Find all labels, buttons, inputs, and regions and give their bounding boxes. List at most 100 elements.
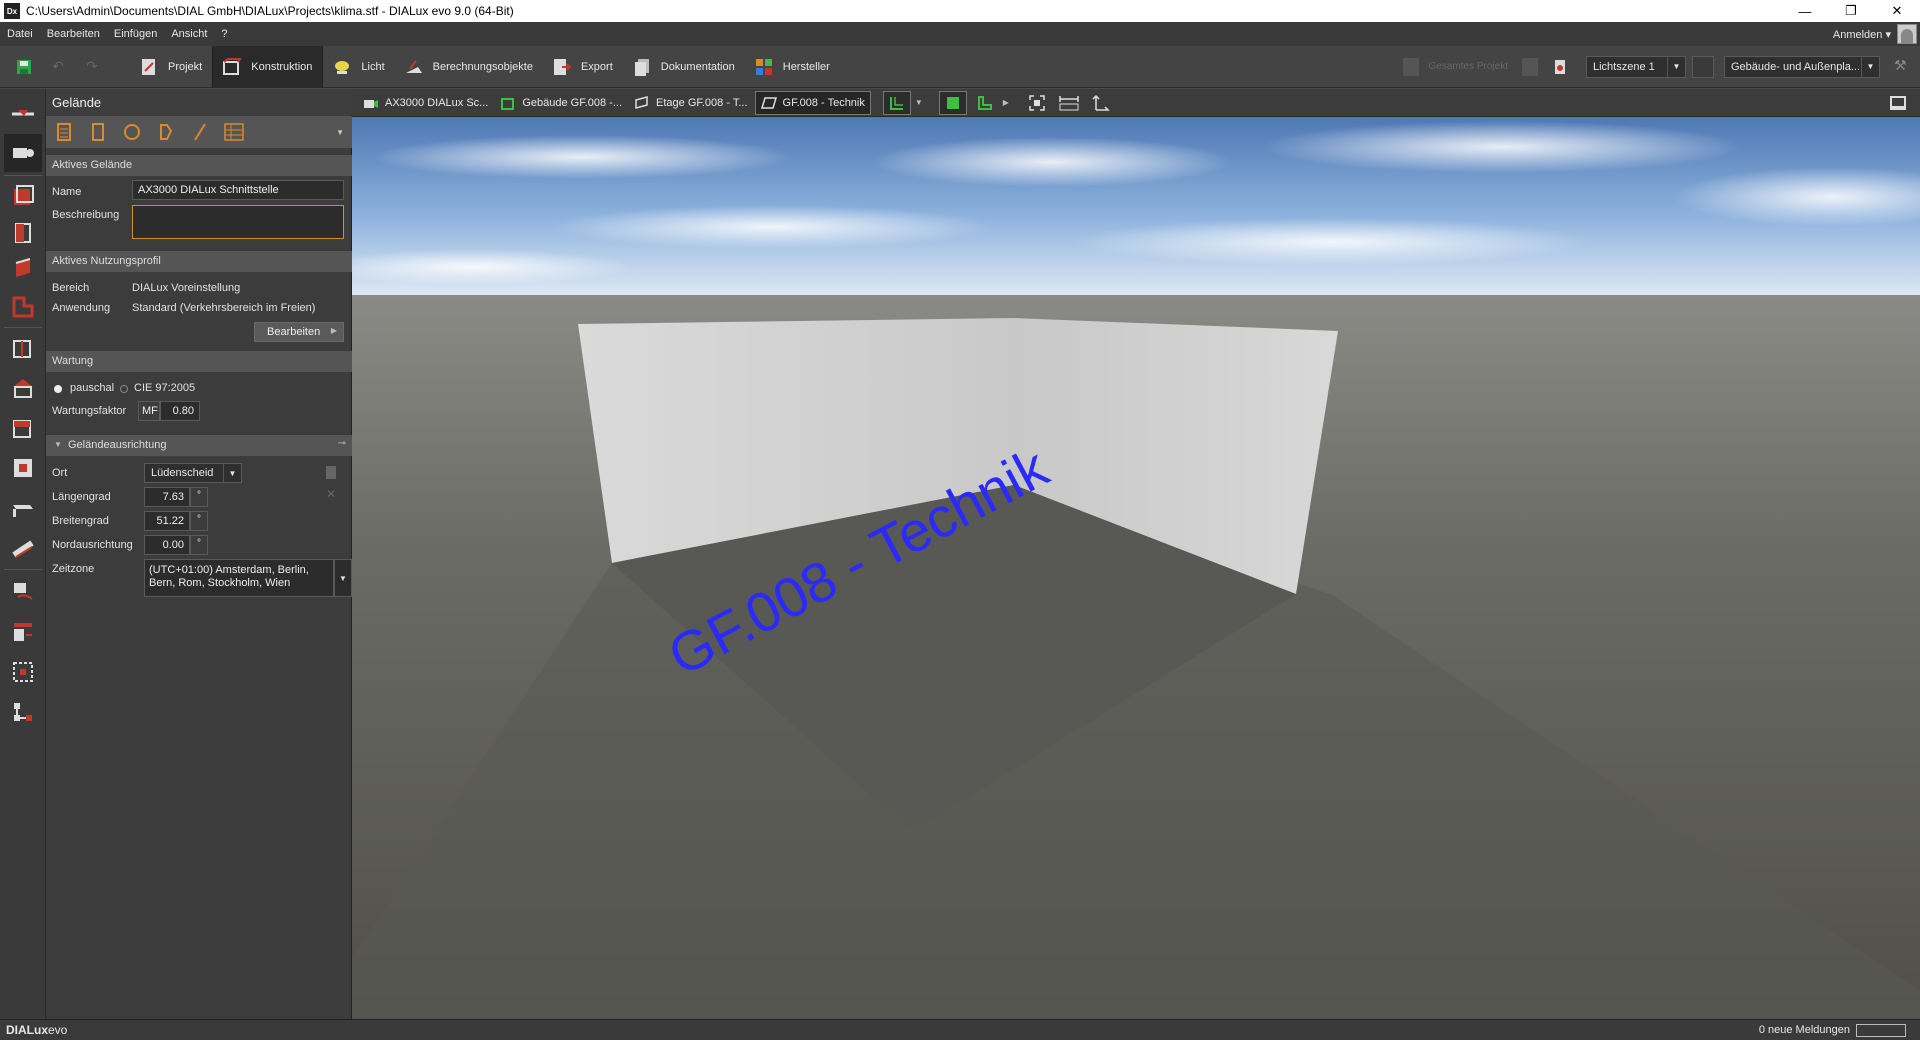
view-tab-storey[interactable]: Etage GF.008 - T... [629, 91, 753, 115]
tab-licht[interactable]: Licht [323, 46, 394, 88]
north-orientation-field[interactable]: 0.00 [144, 535, 190, 555]
view-tab-building[interactable]: Gebäude GF.008 -... [495, 91, 627, 115]
delete-results-icon[interactable] [1552, 58, 1568, 76]
text-annotation-icon[interactable] [4, 573, 42, 611]
rectangle-icon[interactable] [88, 121, 108, 143]
chevron-down-icon[interactable]: ▼ [334, 559, 352, 597]
view-tab-room[interactable]: GF.008 - Technik [754, 90, 871, 115]
site-tool-icon[interactable] [4, 93, 42, 131]
chevron-right-icon[interactable]: ▶ [1003, 98, 1009, 107]
minimize-button[interactable]: — [1782, 0, 1828, 22]
name-label: Name [52, 186, 82, 198]
redo-icon[interactable]: ↷ [82, 57, 102, 77]
room-cube-icon[interactable] [4, 329, 42, 367]
select-area-icon[interactable] [4, 653, 42, 691]
menu-datei[interactable]: Datei [0, 28, 40, 40]
menu-help[interactable]: ? [214, 28, 234, 40]
cancel-calc-icon[interactable] [1522, 57, 1538, 76]
pin-icon[interactable]: ⊸ [338, 438, 346, 449]
tab-export[interactable]: Export [543, 46, 623, 88]
view-mode-select[interactable]: Gebäude- und Außenpla... ▼ [1724, 55, 1880, 78]
grid-icon[interactable] [224, 121, 244, 143]
insert-element-icon[interactable] [4, 613, 42, 651]
calc-project-button[interactable]: Gesamtes Projekt [1402, 57, 1508, 76]
close-button[interactable]: ✕ [1874, 0, 1920, 22]
document-icon[interactable] [326, 466, 336, 479]
undo-icon[interactable]: ↶ [48, 57, 68, 77]
circle-icon[interactable] [122, 121, 142, 143]
section-active-site: Aktives Gelände [46, 155, 352, 176]
maintenance-factor-label: Wartungsfaktor [52, 405, 127, 417]
chevron-down-icon[interactable]: ▼ [336, 128, 344, 137]
longitude-field[interactable]: 7.63 [144, 487, 190, 507]
floor-icon[interactable] [4, 251, 42, 289]
messages-indicator[interactable] [1856, 1023, 1906, 1037]
place-label: Ort [52, 467, 68, 479]
tools-icon[interactable]: ⚒ [1894, 57, 1914, 77]
name-field[interactable]: AX3000 DIALux Schnittstelle [132, 180, 344, 200]
cube-green-icon [946, 96, 959, 109]
restore-button[interactable]: ❐ [1828, 0, 1874, 22]
hierarchy-icon[interactable] [4, 693, 42, 731]
line-icon[interactable] [190, 121, 210, 143]
tab-projekt[interactable]: Projekt [130, 46, 212, 88]
tab-konstruktion[interactable]: Konstruktion [212, 45, 324, 88]
logo-rest: evo [48, 1023, 68, 1037]
tab-hersteller[interactable]: Hersteller [745, 46, 840, 88]
menu-bearbeiten[interactable]: Bearbeiten [40, 28, 107, 40]
description-field[interactable] [132, 205, 344, 239]
latitude-field[interactable]: 51.22 [144, 511, 190, 531]
slab-icon[interactable] [4, 489, 42, 527]
dimension-button[interactable] [1087, 91, 1115, 115]
box-icon[interactable] [4, 409, 42, 447]
save-icon[interactable] [14, 57, 34, 77]
display-icon[interactable] [1890, 95, 1906, 110]
menu-einfuegen[interactable]: Einfügen [107, 28, 164, 40]
measure-button[interactable] [1055, 91, 1083, 115]
lightscene-settings-icon[interactable] [1692, 55, 1714, 78]
radio-pauschal[interactable] [54, 385, 62, 393]
selection-mode-button[interactable] [971, 91, 999, 115]
roof-icon[interactable] [4, 369, 42, 407]
application-label: Anwendung [52, 302, 111, 314]
tab-dokumentation[interactable]: Dokumentation [623, 46, 745, 88]
view-tabs-bar: AX3000 DIALux Sc... Gebäude GF.008 -... … [352, 89, 1920, 117]
view-tab-site[interactable]: AX3000 DIALux Sc... [358, 91, 493, 115]
view-tab-storey-label: Etage GF.008 - T... [656, 96, 748, 109]
zoom-extents-button[interactable] [1023, 91, 1051, 115]
clear-icon[interactable]: ✕ [326, 487, 336, 501]
room-outline-icon[interactable] [4, 288, 42, 326]
section-site-orientation[interactable]: ▼ Geländeausrichtung ⊸ [46, 435, 352, 456]
messages-count[interactable]: 0 neue Meldungen [1759, 1024, 1850, 1036]
tab-berechnungsobjekte[interactable]: Berechnungsobjekte [395, 46, 543, 88]
site-select-icon[interactable] [4, 134, 42, 172]
maintenance-factor-field[interactable]: 0.80 [160, 401, 200, 421]
radio-cie[interactable] [120, 385, 128, 393]
avatar[interactable] [1897, 24, 1917, 44]
export-icon [551, 56, 573, 78]
edit-profile-button[interactable]: Bearbeiten ▶ [254, 322, 344, 342]
timezone-line-2: Bern, Rom, Stockholm, Wien [149, 577, 291, 589]
wall-icon[interactable] [4, 214, 42, 252]
3d-view-button[interactable] [938, 90, 967, 115]
opening-icon[interactable] [4, 449, 42, 487]
timezone-select[interactable]: (UTC+01:00) Amsterdam, Berlin, Bern, Rom… [144, 559, 334, 597]
lightscene-select[interactable]: Lichtszene 1 ▼ [1586, 55, 1686, 78]
chevron-down-icon[interactable]: ▼ [915, 98, 923, 107]
app-icon: Dx [4, 3, 20, 19]
3d-viewport[interactable]: GF.008 - Technik [352, 117, 1920, 1019]
tab-berechnungsobjekte-label: Berechnungsobjekte [432, 60, 533, 73]
login-button[interactable]: Anmelden ▾ [1833, 28, 1891, 41]
mf-prefix: MF [138, 401, 160, 421]
section-usage-profile: Aktives Nutzungsprofil [46, 251, 352, 272]
menu-ansicht[interactable]: Ansicht [164, 28, 214, 40]
polygon-icon[interactable] [156, 121, 176, 143]
application-value: Standard (Verkehrsbereich im Freien) [132, 302, 316, 314]
stairs-icon[interactable] [4, 529, 42, 567]
cie-label: CIE 97:2005 [134, 382, 196, 394]
place-select[interactable]: Lüdenscheid ▼ [144, 463, 242, 483]
plan-view-button[interactable] [882, 90, 911, 115]
documentation-icon [631, 56, 653, 78]
list-icon[interactable] [54, 121, 74, 143]
building-icon[interactable] [4, 177, 42, 215]
